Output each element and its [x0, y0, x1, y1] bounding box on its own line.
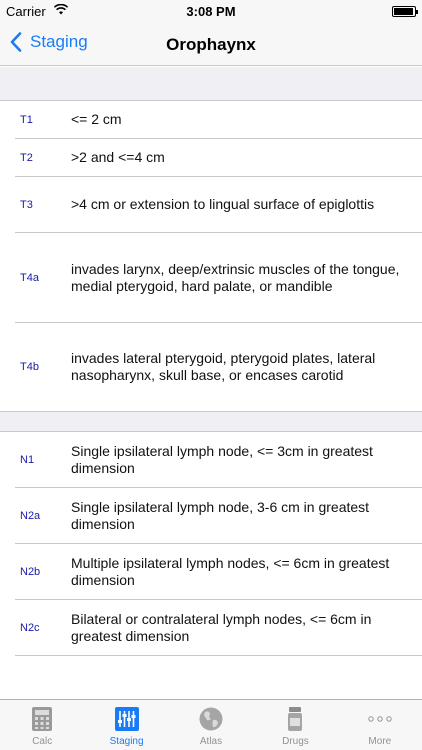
table-row[interactable]: T3 >4 cm or extension to lingual surface…: [15, 177, 422, 233]
more-dots-icon: [368, 716, 392, 722]
tab-label: More: [368, 736, 392, 747]
stage-description: Single ipsilateral lymph node, 3-6 cm in…: [71, 498, 370, 532]
tab-label: Drugs: [282, 736, 309, 747]
stage-code: T1: [20, 113, 33, 126]
stage-code: N2a: [20, 509, 41, 522]
tab-drugs[interactable]: Drugs: [253, 700, 337, 750]
stage-code: N2b: [20, 565, 41, 578]
pill-bottle-icon: [288, 707, 303, 731]
status-bar: Carrier 3:08 PM: [0, 0, 422, 22]
table-row[interactable]: T4a invades larynx, deep/extrinsic muscl…: [15, 233, 422, 323]
stage-code: N2c: [20, 621, 40, 634]
stage-code: N1: [20, 453, 35, 466]
stage-description: Single ipsilateral lymph node, <= 3cm in…: [71, 442, 373, 476]
section-separator: [0, 411, 422, 432]
battery-icon: [392, 6, 418, 17]
tab-calc[interactable]: Calc: [0, 700, 84, 750]
stage-description: <= 2 cm: [71, 111, 122, 127]
status-time: 3:08 PM: [186, 4, 236, 19]
tab-staging[interactable]: Staging: [84, 700, 168, 750]
table-row[interactable]: N2c Bilateral or contralateral lymph nod…: [15, 600, 422, 656]
tab-more[interactable]: More: [338, 700, 422, 750]
page-title: Orophaynx: [166, 35, 256, 54]
stage-description: invades larynx, deep/extrinsic muscles o…: [71, 260, 400, 294]
section-separator: [0, 67, 422, 101]
table-row[interactable]: N1 Single ipsilateral lymph node, <= 3cm…: [15, 432, 422, 488]
stage-code: T4a: [20, 271, 39, 284]
stage-description: invades lateral pterygoid, pterygoid pla…: [71, 350, 376, 383]
stage-code: T3: [20, 198, 33, 211]
stage-description: Multiple ipsilateral lymph nodes, <= 6cm…: [71, 554, 390, 588]
table-row[interactable]: T4b invades lateral pterygoid, pterygoid…: [15, 323, 422, 411]
tab-label: Calc: [32, 736, 53, 747]
stage-code: T2: [20, 151, 33, 164]
tab-label: Atlas: [199, 736, 223, 747]
stage-description: >4 cm or extension to lingual surface of…: [71, 196, 375, 212]
tab-bar: Calc Staging Atlas Drugs More: [0, 699, 422, 750]
stage-description: >2 and <=4 cm: [71, 149, 165, 165]
calculator-icon: [32, 707, 53, 731]
table-row[interactable]: T2 >2 and <=4 cm: [15, 139, 422, 177]
stage-code: T4b: [20, 361, 39, 373]
navigation-bar: Staging Orophaynx: [0, 22, 422, 66]
table-row[interactable]: T1 <= 2 cm: [15, 101, 422, 139]
globe-icon: [199, 707, 223, 731]
staging-table[interactable]: T1 <= 2 cm T2 >2 and <=4 cm T3 >4 cm or …: [0, 67, 422, 699]
table-row[interactable]: N2b Multiple ipsilateral lymph nodes, <=…: [15, 544, 422, 600]
tab-label: Staging: [109, 736, 144, 747]
table-row[interactable]: N2a Single ipsilateral lymph node, 3-6 c…: [15, 488, 422, 544]
stage-description: Bilateral or contralateral lymph nodes, …: [71, 610, 372, 644]
sliders-icon: [114, 707, 139, 731]
tab-atlas[interactable]: Atlas: [169, 700, 253, 750]
